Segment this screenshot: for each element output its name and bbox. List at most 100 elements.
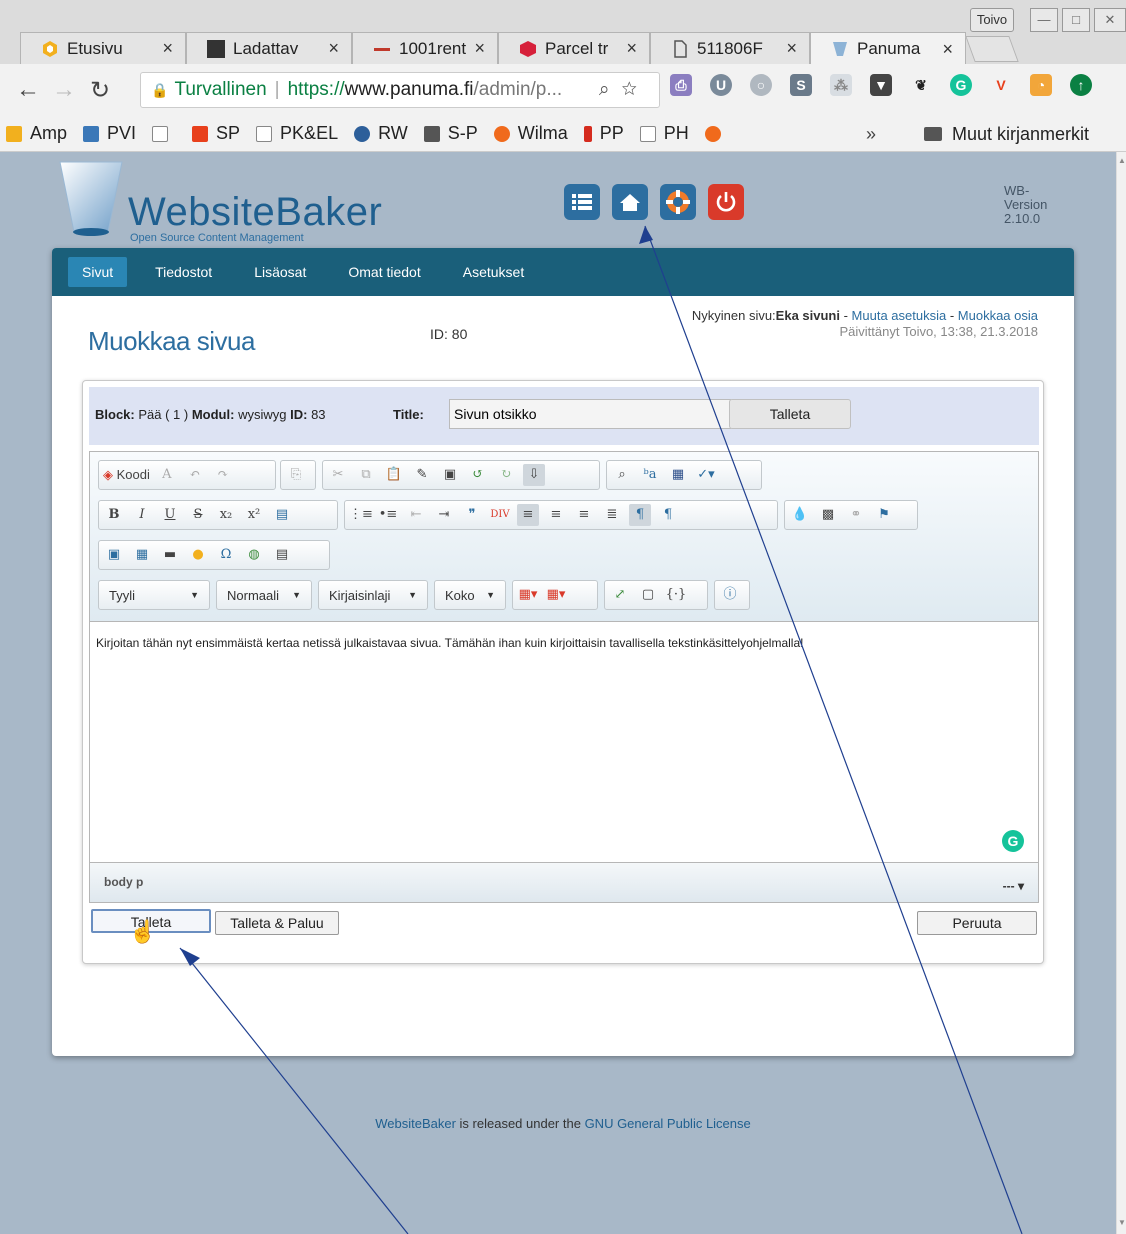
format-combo[interactable]: Normaali ▼ [216,580,312,610]
bookmark-pvi[interactable]: PVI [83,123,136,144]
copy-format-icon[interactable]: ⎘ [285,464,307,486]
close-icon[interactable]: × [474,38,485,59]
grid-icon[interactable]: ⁂ [830,74,852,96]
align-left-icon[interactable]: ≡ [517,504,539,526]
title-input[interactable] [449,399,731,429]
upload-icon[interactable]: ↑ [1070,74,1092,96]
profile-button[interactable]: Toivo [970,8,1014,32]
strike-icon[interactable]: S [187,504,209,526]
tab-1001rent[interactable]: 1001rent × [352,32,498,64]
tab-ladattav[interactable]: Ladattav × [186,32,352,64]
numbered-list-icon[interactable]: ⋮≡ [349,504,373,526]
element-path[interactable]: body p [104,875,143,889]
superscript-icon[interactable]: x² [243,504,265,526]
ublock-icon[interactable]: U [710,74,732,96]
text-color-icon[interactable]: ▦▾ [517,584,539,606]
special-char-icon[interactable]: Ω [215,544,237,566]
tab-etusivu[interactable]: Etusivu × [20,32,186,64]
ltr-icon[interactable]: ¶ [629,504,651,526]
close-icon[interactable]: × [162,38,173,59]
rtl-icon[interactable]: ¶ [657,504,679,526]
italic-icon[interactable]: I [131,504,153,526]
grammarly-icon[interactable]: G [950,74,972,96]
remove-format-icon[interactable]: ▤ [271,504,293,526]
extension-icon[interactable]: ○ [750,74,772,96]
align-center-icon[interactable]: ≡ [545,504,567,526]
cut-icon[interactable]: ✂ [327,464,349,486]
menu-item-lisaosat[interactable]: Lisäosat [240,257,320,287]
editor-content[interactable]: Kirjoitan tähän nyt ensimmäistä kertaa n… [90,622,1038,862]
replace-icon[interactable]: ᵇa [639,464,661,486]
align-right-icon[interactable]: ≡ [573,504,595,526]
footprint-icon[interactable]: ❦ [910,74,932,96]
page-break-icon[interactable]: ▤ [271,544,293,566]
bookmark-ph[interactable]: PH [639,123,689,144]
bookmarks-more-icon[interactable]: » [866,124,876,145]
bg-color-icon[interactable]: ▦▾ [545,584,567,606]
copy-icon[interactable]: ⧉ [355,464,377,486]
forward-icon[interactable]: → [46,76,82,104]
s-icon[interactable]: S [790,74,812,96]
scroll-down-icon[interactable]: ▼ [1118,1218,1126,1227]
cancel-button[interactable]: Peruuta [917,911,1037,935]
home-icon[interactable] [612,184,648,220]
menu-item-omat-tiedot[interactable]: Omat tiedot [334,257,434,287]
insert-image-icon[interactable]: ▣ [103,544,125,566]
print-icon[interactable]: ⎙ [670,74,692,96]
hr-icon[interactable]: ▬ [159,544,181,566]
bullet-list-icon[interactable]: •≡ [377,504,399,526]
menu-item-sivut[interactable]: Sivut [68,257,128,287]
info-icon[interactable]: ⓘ [719,584,741,606]
bookmark-pkel[interactable]: PK&EL [256,123,338,144]
image-map-icon[interactable]: ▩ [817,504,839,526]
underline-icon[interactable]: U [159,504,181,526]
grammarly-icon[interactable]: G [1002,830,1024,852]
help-lifering-icon[interactable] [660,184,696,220]
undo-icon[interactable]: ↶ [184,464,206,486]
source-button[interactable]: ◈ Koodi [103,464,150,486]
iframe-icon[interactable]: ◍ [243,544,265,566]
logout-power-icon[interactable] [708,184,744,220]
outdent-icon[interactable]: ⇤ [405,504,427,526]
rss-icon[interactable]: ◔ [1030,74,1052,96]
undo-green-icon[interactable]: ↺ [467,464,489,486]
size-combo[interactable]: Koko ▼ [434,580,506,610]
paste-word-icon[interactable]: ▣ [439,464,461,486]
show-blocks-icon[interactable]: ▢ [637,584,659,606]
blockquote-icon[interactable]: ❞ [461,504,483,526]
tab-511806[interactable]: 511806F × [650,32,810,64]
anchor-flag-icon[interactable]: ⚑ [873,504,895,526]
indent-icon[interactable]: ⇥ [433,504,455,526]
menu-item-asetukset[interactable]: Asetukset [449,257,538,287]
vivaldi-icon[interactable]: V [990,74,1012,96]
redo-icon[interactable]: ↷ [212,464,234,486]
resize-handle[interactable]: --- ▾ [1003,879,1024,893]
title-save-button[interactable]: Talleta [729,399,851,429]
back-icon[interactable]: ← [10,76,46,104]
pocket-icon[interactable]: ▼ [870,74,892,96]
bookmark-sp[interactable]: SP [192,123,240,144]
code-snippet-icon[interactable]: {·} [665,584,687,606]
zoom-star-icons[interactable]: ⌕☆ [599,79,649,101]
bookmark-amp[interactable]: Amp [6,123,67,144]
minimize-button[interactable]: — [1030,8,1058,32]
bookmark-wilma[interactable]: Wilma [493,123,568,144]
close-icon[interactable]: × [328,38,339,59]
redo-green-icon[interactable]: ↻ [495,464,517,486]
bookmark-rw[interactable]: RW [354,123,408,144]
bookmark-lifering[interactable] [704,125,729,142]
table-icon[interactable]: ▦ [131,544,153,566]
scroll-up-icon[interactable]: ▲ [1118,156,1126,165]
creatediv-icon[interactable]: DIV [489,504,511,526]
subscript-icon[interactable]: x₂ [215,504,237,526]
address-bar[interactable]: 🔒 Turvallinen | https://www.panuma.fi/ad… [140,72,660,108]
paste-text-icon[interactable]: ✎ [411,464,433,486]
select-all-icon[interactable]: ▦ [667,464,689,486]
tab-parcel[interactable]: Parcel tr × [498,32,650,64]
license-link[interactable]: GNU General Public License [585,1116,751,1131]
close-icon[interactable]: × [942,39,953,60]
smiley-icon[interactable]: ● [187,544,209,566]
footer-brand-link[interactable]: WebsiteBaker [375,1116,456,1131]
font-combo[interactable]: Kirjaisinlaji ▼ [318,580,428,610]
maximize-button[interactable]: □ [1062,8,1090,32]
